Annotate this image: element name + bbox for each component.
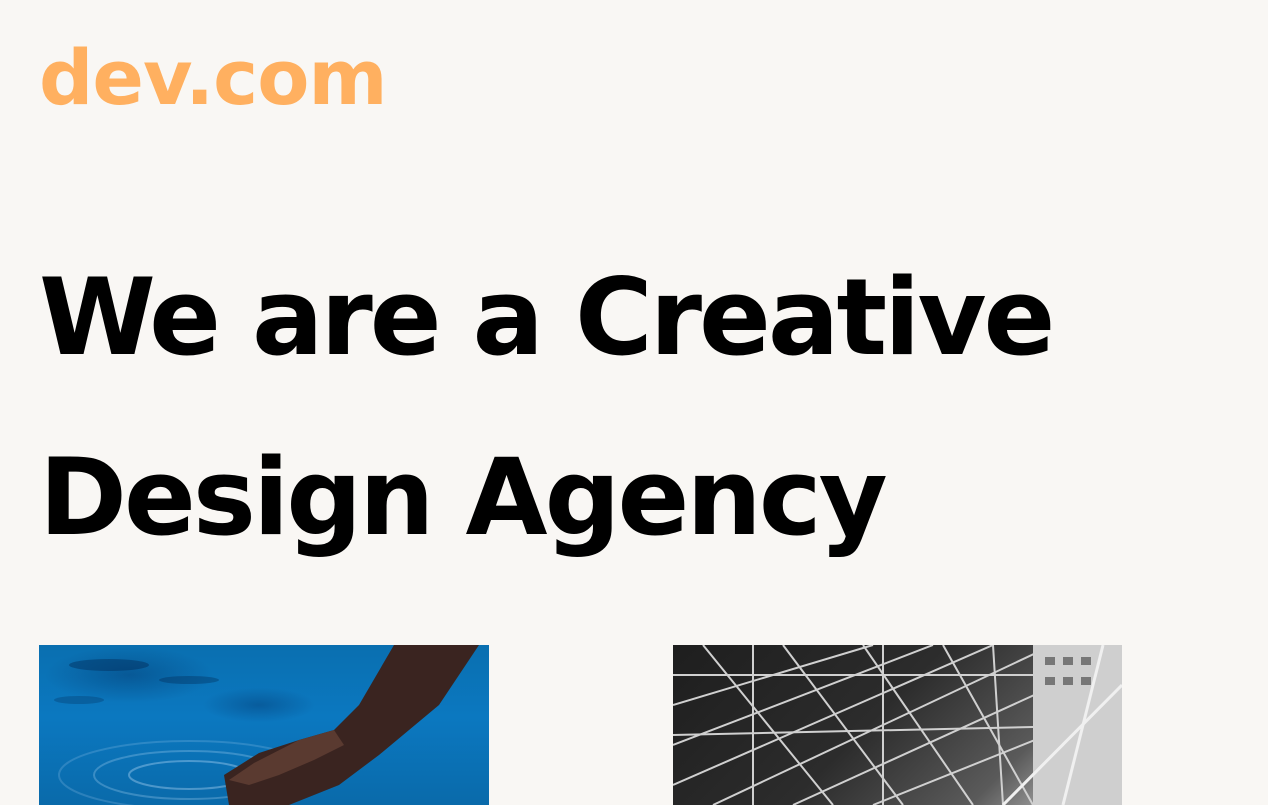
logo: dev.com (39, 33, 388, 122)
hero-headline-line-2: Design Agency (39, 436, 888, 559)
hand-water-illustration (54, 645, 479, 805)
steel-structure-image[interactable] (673, 645, 1122, 805)
hero-headline-line-1: We are a Creative (39, 256, 1055, 379)
hand-water-image[interactable] (39, 645, 489, 805)
steel-structure-illustration (673, 645, 1122, 805)
logo-link[interactable]: dev.com (39, 28, 388, 128)
hero-headline: We are a Creative Design Agency (39, 228, 1055, 588)
